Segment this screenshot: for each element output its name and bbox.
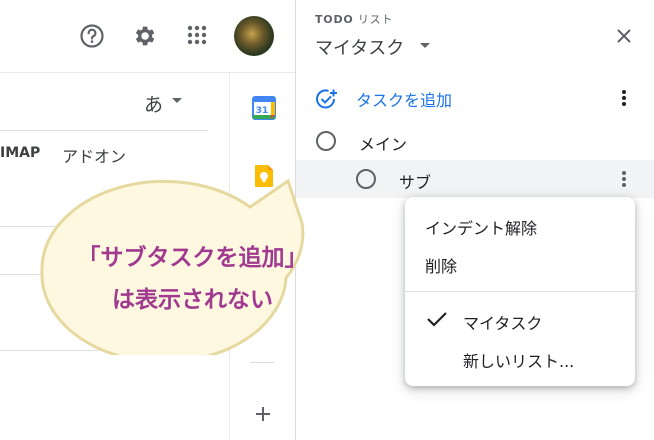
gear-icon[interactable]	[129, 21, 159, 51]
divider	[0, 274, 229, 275]
check-icon	[426, 310, 448, 332]
more-vert-icon[interactable]	[612, 167, 636, 191]
add-task-label: タスクを追加	[356, 91, 453, 110]
help-icon[interactable]	[78, 22, 106, 50]
task-title[interactable]: サブ	[399, 169, 431, 193]
divider	[0, 130, 208, 131]
menu-item-label: インデント解除	[425, 219, 538, 238]
task-title[interactable]: メイン	[359, 131, 407, 155]
keep-bulb-icon[interactable]	[252, 164, 276, 192]
divider	[250, 362, 274, 363]
divider	[405, 291, 635, 292]
divider	[0, 226, 229, 227]
task-complete-checkbox[interactable]	[356, 169, 376, 189]
apps-grid-icon[interactable]	[184, 22, 210, 48]
tab-addons[interactable]: アドオン	[62, 143, 126, 167]
calendar-icon[interactable]: 31	[252, 96, 276, 124]
subtask-item[interactable]: サブ	[296, 160, 654, 198]
list-selector[interactable]: マイタスク	[315, 34, 404, 60]
menu-item-label: マイタスク	[463, 314, 543, 333]
task-complete-checkbox[interactable]	[316, 131, 336, 151]
menu-item-label: 新しいリスト...	[463, 352, 575, 371]
more-vert-icon[interactable]	[612, 86, 636, 110]
divider	[0, 350, 229, 351]
panel-app-name: TODO リスト	[315, 13, 394, 26]
menu-item-label: 削除	[425, 257, 458, 276]
input-language-label[interactable]: あ	[144, 90, 163, 117]
chevron-down-icon[interactable]	[172, 98, 182, 103]
menu-item-unindent[interactable]: インデント解除	[405, 207, 635, 243]
plus-icon[interactable]	[251, 402, 275, 426]
menu-item-my-tasks[interactable]: マイタスク	[405, 302, 635, 338]
menu-item-new-list[interactable]: 新しいリスト...	[405, 340, 635, 376]
add-task-icon	[314, 87, 338, 115]
calendar-day: 31	[256, 106, 269, 116]
tab-imap[interactable]: IMAP	[0, 145, 40, 161]
task-context-menu: インデント解除 削除 マイタスク 新しいリスト...	[405, 197, 635, 386]
task-item[interactable]: メイン	[296, 122, 654, 160]
side-rail: 31	[229, 72, 295, 440]
close-icon[interactable]	[612, 24, 636, 48]
settings-area: あ IMAP アドオン	[0, 0, 274, 440]
add-task-button[interactable]: タスクを追加	[296, 80, 654, 116]
avatar[interactable]	[234, 16, 274, 56]
menu-item-delete[interactable]: 削除	[405, 245, 635, 281]
chevron-down-icon[interactable]	[420, 43, 430, 48]
